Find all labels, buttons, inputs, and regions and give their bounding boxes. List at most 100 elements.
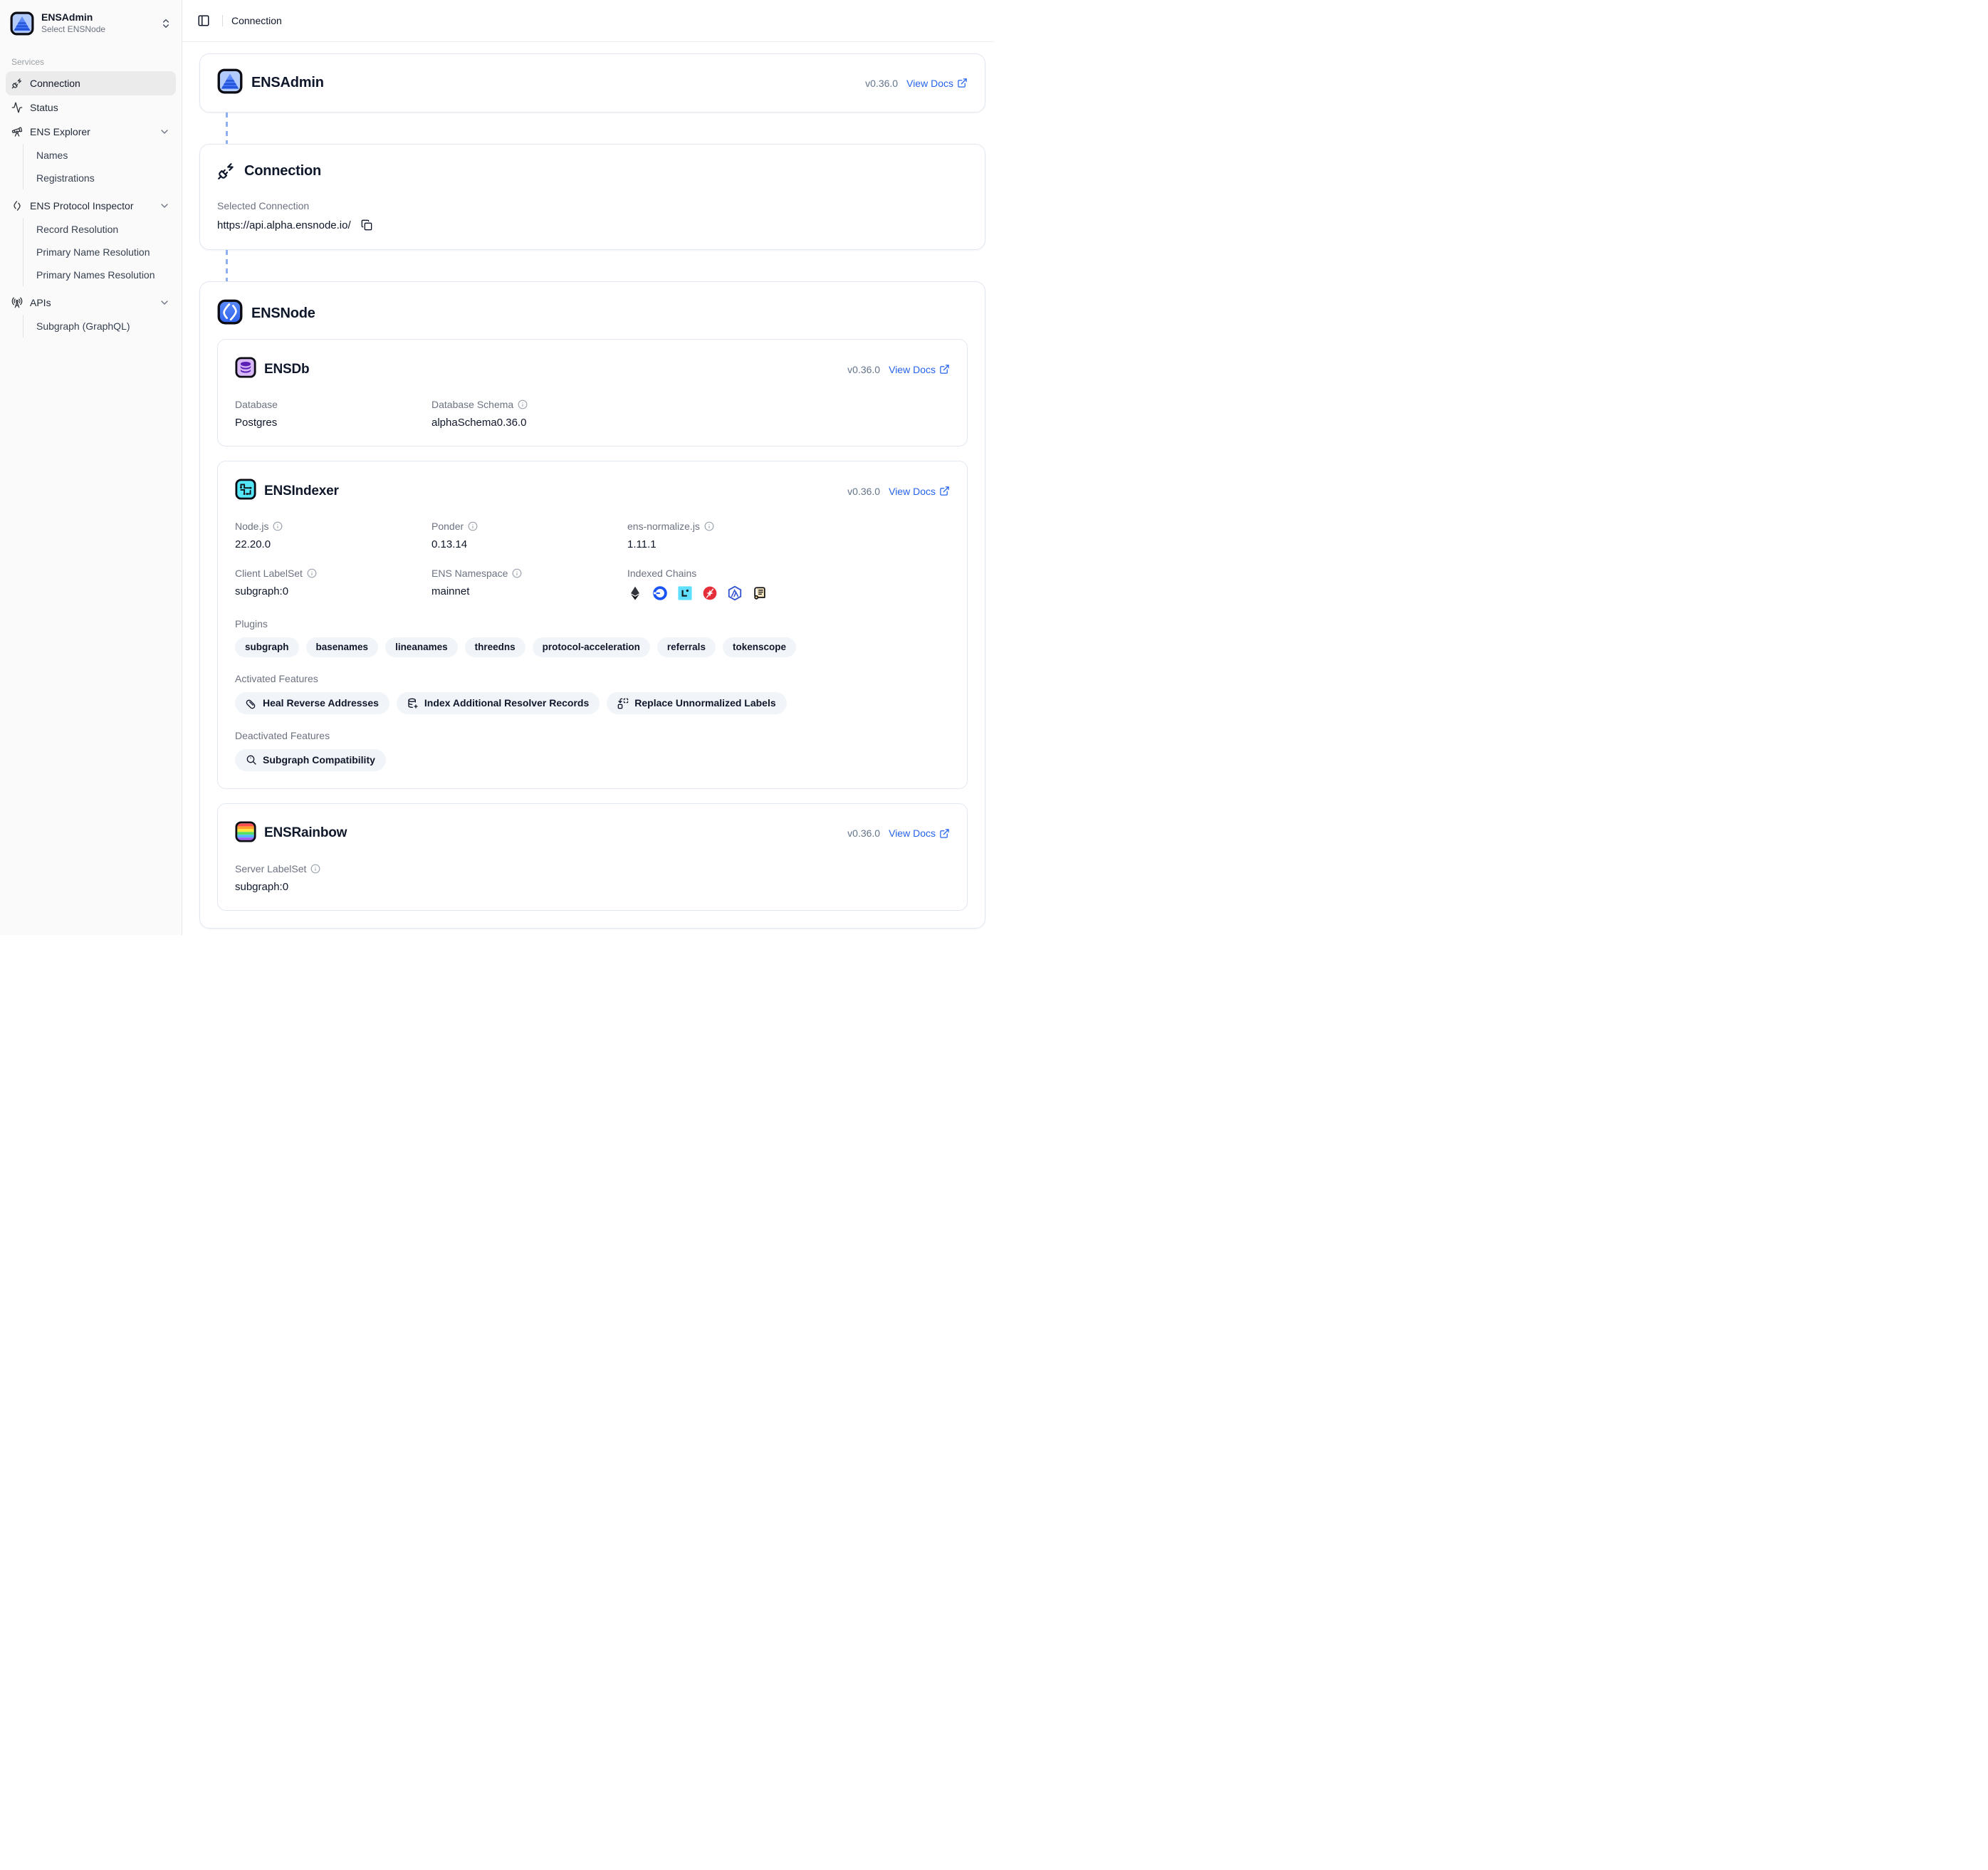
server-labelset-value: subgraph:0 — [235, 881, 950, 893]
ensrainbow-version: v0.36.0 — [847, 827, 880, 839]
sidebar-subitem-names[interactable]: Names — [31, 144, 176, 167]
sidebar-item-ens-explorer[interactable]: ENS Explorer — [6, 120, 176, 144]
ensadmin-card: ENSAdmin v0.36.0 View Docs — [199, 53, 985, 113]
feature-label: Index Additional Resolver Records — [424, 697, 589, 709]
sidebar-subitem-registrations[interactable]: Registrations — [31, 167, 176, 189]
app-subtitle: Select ENSNode — [41, 24, 153, 36]
database-value: Postgres — [235, 417, 431, 429]
ensrainbow-view-docs-link[interactable]: View Docs — [889, 827, 950, 839]
ensindexer-card: ENSIndexer v0.36.0 View Docs — [217, 461, 968, 789]
info-icon[interactable] — [512, 568, 522, 578]
plugin-pill: referrals — [657, 637, 716, 657]
ensnode-selector[interactable]: ENSAdmin Select ENSNode — [6, 6, 176, 41]
plugins-list: subgraph basenames lineanames threedns p… — [235, 637, 950, 657]
sidebar-item-label: ENS Protocol Inspector — [30, 200, 152, 211]
info-icon[interactable] — [704, 521, 714, 531]
info-icon[interactable] — [307, 568, 317, 578]
copy-icon — [361, 219, 372, 231]
info-icon[interactable] — [310, 864, 320, 874]
feature-pill-index-additional-resolver-records: Index Additional Resolver Records — [397, 692, 600, 714]
ens-namespace-label: ENS Namespace — [431, 568, 508, 579]
ens-explorer-submenu: Names Registrations — [23, 144, 176, 189]
feature-pill-subgraph-compatibility: Subgraph Compatibility — [235, 749, 386, 771]
copy-url-button[interactable] — [360, 218, 374, 232]
ensdb-card-title: ENSDb — [264, 362, 309, 377]
ensnode-logo-icon — [217, 299, 243, 328]
scroll-chain-icon — [752, 585, 768, 601]
feature-label: Replace Unnormalized Labels — [634, 697, 775, 709]
activated-features-list: Heal Reverse Addresses Index Additional … — [235, 692, 950, 714]
connection-url: https://api.alpha.ensnode.io/ — [217, 219, 351, 231]
view-docs-label: View Docs — [889, 827, 936, 839]
chevron-down-icon — [159, 200, 170, 211]
sidebar-toggle-button[interactable] — [194, 11, 214, 31]
field-client-labelset: Client LabelSet subgraph:0 — [235, 568, 431, 601]
deactivated-features-list: Subgraph Compatibility — [235, 749, 950, 771]
activated-features-label: Activated Features — [235, 673, 950, 684]
server-labelset-label: Server LabelSet — [235, 863, 306, 874]
ens-protocol-inspector-submenu: Record Resolution Primary Name Resolutio… — [23, 218, 176, 286]
radio-tower-icon — [11, 297, 23, 308]
linea-chain-icon — [677, 585, 693, 601]
sidebar-item-apis[interactable]: APIs — [6, 291, 176, 315]
feature-label: Subgraph Compatibility — [263, 754, 375, 766]
sidebar-item-ens-protocol-inspector[interactable]: ENS Protocol Inspector — [6, 194, 176, 218]
client-labelset-value: subgraph:0 — [235, 585, 431, 597]
sidebar-subitem-primary-name-resolution[interactable]: Primary Name Resolution — [31, 241, 176, 263]
selected-connection-label: Selected Connection — [217, 200, 968, 211]
ensdb-view-docs-link[interactable]: View Docs — [889, 364, 950, 375]
field-ponder: Ponder 0.13.14 — [431, 521, 627, 550]
plugin-pill: subgraph — [235, 637, 299, 657]
ensdb-logo-icon — [235, 357, 256, 382]
plugin-pill: lineanames — [385, 637, 458, 657]
replace-icon — [617, 698, 629, 709]
field-server-labelset: Server LabelSet subgraph:0 — [235, 863, 950, 893]
ponder-value: 0.13.14 — [431, 538, 627, 550]
ensindexer-view-docs-link[interactable]: View Docs — [889, 486, 950, 497]
sidebar-item-label: APIs — [30, 297, 152, 308]
ponder-label: Ponder — [431, 521, 464, 532]
external-link-icon — [939, 486, 950, 496]
ensindexer-card-title: ENSIndexer — [264, 484, 339, 499]
chevron-down-icon — [159, 126, 170, 137]
ens-namespace-value: mainnet — [431, 585, 627, 597]
card-connector-line — [226, 250, 228, 281]
breadcrumb: Connection — [231, 15, 282, 26]
telescope-icon — [11, 126, 23, 137]
ensadmin-view-docs-link[interactable]: View Docs — [906, 78, 968, 89]
sidebar-item-connection[interactable]: Connection — [6, 71, 176, 95]
sidebar: ENSAdmin Select ENSNode Services Connect… — [0, 0, 182, 935]
info-icon[interactable] — [518, 399, 528, 409]
info-icon[interactable] — [273, 521, 283, 531]
info-icon[interactable] — [468, 521, 478, 531]
field-database-schema: Database Schema alphaSchema0.36.0 — [431, 399, 627, 429]
ensnode-card: ENSNode — [199, 281, 985, 929]
database-schema-label: Database Schema — [431, 399, 513, 410]
feature-pill-heal-reverse-addresses: Heal Reverse Addresses — [235, 692, 389, 714]
sidebar-app-titles: ENSAdmin Select ENSNode — [41, 11, 153, 36]
sidebar-subitem-subgraph-graphql[interactable]: Subgraph (GraphQL) — [31, 315, 176, 338]
card-connector-line — [226, 113, 228, 144]
external-link-icon — [939, 364, 950, 375]
client-labelset-label: Client LabelSet — [235, 568, 303, 579]
ensadmin-logo-icon — [10, 11, 34, 36]
ensadmin-card-title: ENSAdmin — [251, 75, 324, 91]
sidebar-item-status[interactable]: Status — [6, 95, 176, 120]
ethereum-chain-icon — [627, 585, 643, 601]
ens-normalize-label: ens-normalize.js — [627, 521, 700, 532]
sidebar-section-label: Services — [6, 57, 176, 67]
field-database: Database Postgres — [235, 399, 431, 429]
sidebar-subitem-record-resolution[interactable]: Record Resolution — [31, 218, 176, 241]
activity-icon — [11, 102, 23, 113]
page-content: ENSAdmin v0.36.0 View Docs Conne — [182, 42, 994, 935]
nodejs-value: 22.20.0 — [235, 538, 431, 550]
field-ens-normalize: ens-normalize.js 1.11.1 — [627, 521, 950, 550]
plugin-pill: basenames — [306, 637, 379, 657]
connection-card: Connection Selected Connection https://a… — [199, 144, 985, 250]
connection-card-title: Connection — [244, 163, 321, 179]
nodejs-label: Node.js — [235, 521, 268, 532]
external-link-icon — [939, 828, 950, 839]
sidebar-subitem-primary-names-resolution[interactable]: Primary Names Resolution — [31, 263, 176, 286]
ensadmin-logo-icon — [217, 68, 243, 98]
view-docs-label: View Docs — [889, 486, 936, 497]
